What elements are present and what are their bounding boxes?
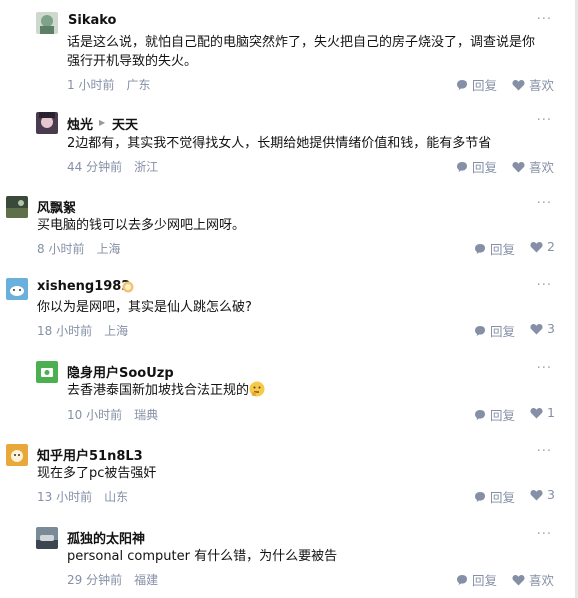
comment-meta: 13 小时前 山东 [37, 488, 128, 505]
like-button[interactable]: 1 [530, 405, 555, 420]
like-button[interactable]: 2 [530, 239, 555, 254]
heart-icon [512, 161, 525, 172]
reply-icon [457, 161, 467, 172]
comment-text: 现在多了pc被告强奸 [37, 466, 157, 481]
reply-label: 回复 [490, 408, 516, 423]
like-label: 喜欢 [529, 160, 555, 175]
location: 广东 [126, 78, 151, 92]
reply-button[interactable]: 回复 [456, 157, 497, 176]
reply-button[interactable]: 回复 [456, 75, 497, 94]
reply-label: 回复 [472, 160, 498, 175]
reply-to-username[interactable]: 天天 [112, 114, 138, 133]
reply-button[interactable]: 回复 [474, 321, 515, 340]
like-count: 1 [547, 405, 555, 420]
timestamp: 1 小时前 [67, 78, 115, 92]
avatar[interactable] [6, 444, 28, 466]
heart-icon [530, 489, 543, 500]
username[interactable]: xisheng1982 [37, 279, 130, 294]
username[interactable]: 风飘絮 [37, 197, 76, 216]
timestamp: 13 小时前 [37, 490, 93, 504]
avatar[interactable] [6, 278, 28, 300]
like-label: 喜欢 [529, 78, 555, 93]
reply-icon [475, 491, 485, 502]
avatar[interactable] [36, 527, 58, 549]
reply-button[interactable]: 回复 [474, 487, 515, 506]
reply-button[interactable]: 回复 [456, 570, 497, 589]
comment-meta: 18 小时前 上海 [37, 322, 128, 339]
comment-text: 话是这么说，就怕自己配的电脑突然炸了，失火把自己的房子烧没了，调查说是你 [67, 35, 536, 50]
reply-icon [475, 325, 485, 336]
like-button[interactable]: 喜欢 [512, 570, 554, 589]
reply-icon [475, 243, 485, 254]
heart-icon [512, 574, 525, 585]
comment-text: 你以为是网吧，其实是仙人跳怎么破? [37, 300, 252, 315]
heart-icon [530, 323, 543, 334]
timestamp: 29 分钟前 [67, 573, 123, 587]
reply-button[interactable]: 回复 [474, 239, 515, 258]
comment-text: 去香港泰国新加坡找合法正规的 [67, 381, 265, 400]
more-options-icon[interactable]: ··· [537, 361, 552, 376]
like-button[interactable]: 3 [530, 487, 555, 502]
reply-label: 回复 [472, 78, 498, 93]
comment-meta: 29 分钟前 福建 [67, 571, 158, 588]
location: 山东 [104, 490, 129, 504]
username[interactable]: 烛光 [67, 114, 93, 133]
reply-to-arrow-icon: ▶ [99, 118, 106, 127]
timestamp: 44 分钟前 [67, 160, 123, 174]
location: 上海 [96, 242, 121, 256]
timestamp: 10 小时前 [67, 408, 123, 422]
location: 上海 [104, 324, 129, 338]
reply-icon [475, 409, 485, 420]
avatar[interactable] [6, 196, 28, 218]
timestamp: 18 小时前 [37, 324, 93, 338]
location: 浙江 [134, 160, 159, 174]
comment-text-content: 去香港泰国新加坡找合法正规的 [67, 383, 250, 398]
more-options-icon[interactable]: ··· [537, 278, 552, 293]
timestamp: 8 小时前 [37, 242, 85, 256]
comment-text: 强行开机导致的失火。 [67, 54, 198, 69]
heart-icon [512, 79, 525, 90]
like-count: 3 [547, 321, 555, 336]
reply-icon [457, 79, 467, 90]
like-button[interactable]: 喜欢 [512, 75, 554, 94]
comment-text: 2边都有，其实我不觉得找女人，长期给她提供情绪价值和钱，能有多节省 [67, 136, 492, 151]
thinking-face-emoji [249, 381, 265, 397]
username[interactable]: 隐身用户SooUzp [67, 362, 174, 381]
more-options-icon[interactable]: ··· [537, 196, 552, 211]
like-label: 喜欢 [529, 573, 555, 588]
avatar[interactable] [36, 12, 58, 34]
comment-meta: 8 小时前 上海 [37, 240, 120, 257]
more-options-icon[interactable]: ··· [537, 444, 552, 459]
like-button[interactable]: 3 [530, 321, 555, 336]
more-options-icon[interactable]: ··· [537, 113, 552, 128]
reply-label: 回复 [472, 573, 498, 588]
reply-label: 回复 [490, 324, 516, 339]
heart-icon [530, 407, 543, 418]
reply-label: 回复 [490, 242, 516, 257]
comment-meta: 10 小时前 瑞典 [67, 406, 158, 423]
location: 瑞典 [134, 408, 159, 422]
comment-meta: 1 小时前 广东 [67, 76, 150, 93]
username[interactable]: 知乎用户51n8L3 [37, 445, 143, 464]
username[interactable]: 孤独的太阳神 [67, 528, 145, 547]
username[interactable]: Sikako [68, 13, 116, 28]
reply-label: 回复 [490, 490, 516, 505]
user-badge-icon [122, 281, 134, 293]
more-options-icon[interactable]: ··· [537, 12, 552, 27]
comment-text: personal computer 有什么错，为什么要被告 [67, 549, 338, 564]
reply-button[interactable]: 回复 [474, 405, 515, 424]
comment-meta: 44 分钟前 浙江 [67, 158, 158, 175]
avatar[interactable] [36, 361, 58, 383]
avatar[interactable] [36, 112, 58, 134]
like-count: 3 [547, 487, 555, 502]
like-count: 2 [547, 239, 555, 254]
reply-icon [457, 574, 467, 585]
location: 福建 [134, 573, 159, 587]
more-options-icon[interactable]: ··· [537, 527, 552, 542]
heart-icon [530, 241, 543, 252]
comment-text: 买电脑的钱可以去多少网吧上网呀。 [37, 218, 246, 233]
like-button[interactable]: 喜欢 [512, 157, 554, 176]
